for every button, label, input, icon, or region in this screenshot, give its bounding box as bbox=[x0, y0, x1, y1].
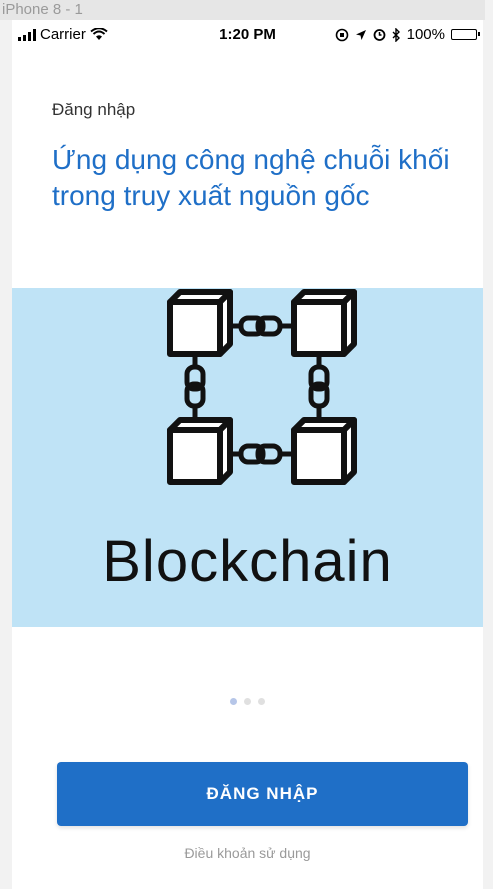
bluetooth-icon bbox=[392, 27, 400, 42]
blockchain-banner: Blockchain bbox=[12, 288, 483, 627]
page-title: Ứng dụng công nghệ chuỗi khối trong truy… bbox=[52, 144, 450, 211]
login-button[interactable]: ĐĂNG NHẬP bbox=[57, 762, 468, 826]
status-right: 100% bbox=[335, 26, 480, 43]
cube-icon bbox=[167, 289, 233, 357]
phone-screen: Carrier 1:20 PM 100% Đăng nhập Ứng dụng … bbox=[12, 20, 483, 889]
cube-icon bbox=[291, 417, 357, 485]
terms-of-use-link[interactable]: Điều khoản sử dụng bbox=[12, 845, 483, 861]
rotation-lock-icon bbox=[335, 28, 348, 41]
alarm-icon bbox=[373, 29, 386, 41]
location-icon bbox=[355, 29, 366, 40]
banner-caption: Blockchain bbox=[102, 529, 393, 594]
page-dot[interactable] bbox=[244, 698, 251, 705]
page-dot[interactable] bbox=[258, 698, 265, 705]
cube-icon bbox=[291, 289, 357, 357]
battery-icon bbox=[451, 29, 480, 40]
status-bar: Carrier 1:20 PM 100% bbox=[12, 20, 483, 48]
battery-percent: 100% bbox=[406, 26, 445, 43]
page-dot-active[interactable] bbox=[230, 698, 237, 705]
artboard-label: iPhone 8 - 1 bbox=[0, 0, 485, 20]
screen-subtitle: Đăng nhập bbox=[52, 100, 136, 119]
page-indicator[interactable] bbox=[12, 698, 483, 705]
cube-icon bbox=[167, 417, 233, 485]
